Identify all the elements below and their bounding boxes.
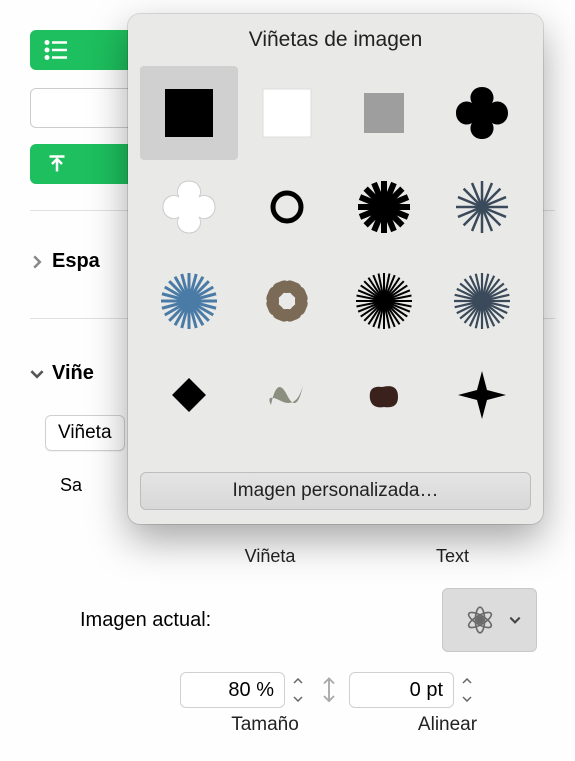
stepper-up-icon[interactable] [287,672,309,690]
vertical-adjust-icon [319,676,339,704]
quatrefoil-white-icon [159,177,219,237]
bullet-option-sparkle-black[interactable] [433,348,531,442]
blob-darkred-icon [354,365,414,425]
secondary-button[interactable] [30,88,140,128]
sparkle-black-icon [452,365,512,425]
bullet-option-gray-square[interactable] [336,66,434,160]
image-bullets-popover: Viñetas de imagen Imagen personalizada… [128,14,543,524]
chevron-down-icon [508,613,522,627]
current-image-label: Imagen actual: [80,609,211,632]
size-label: Tamaño [180,714,350,736]
disclosure-label: Espa [52,250,100,273]
disclosure-espaciado[interactable]: Espa [30,250,100,273]
bullet-option-quatrefoil-white[interactable] [140,160,238,254]
stepper-up-icon[interactable] [456,672,478,690]
current-image-well[interactable] [442,588,537,652]
arrow-up-bracket-icon [42,149,72,179]
disclosure-label: Viñe [52,362,94,385]
vineta-label: Viñeta [180,546,360,567]
bullet-option-ring-black[interactable] [238,160,336,254]
list-icon [42,35,72,65]
chevron-right-icon [30,255,44,269]
gray-square-icon [354,83,414,143]
rays-black-icon [354,271,414,331]
bullet-option-starburst-white-outline[interactable] [433,160,531,254]
diamond-black-icon [159,365,219,425]
column-labels: Viñeta Text [180,546,545,567]
custom-image-button[interactable]: Imagen personalizada… [140,472,531,510]
white-square-icon [257,83,317,143]
bullet-type-value: Viñeta [45,415,125,451]
bullet-option-diamond-black[interactable] [140,348,238,442]
bullet-option-rays-black[interactable] [336,254,434,348]
stepper-down-icon[interactable] [456,690,478,708]
scribble-gray-icon [257,365,317,425]
bullet-option-rays-navy[interactable] [433,254,531,348]
size-stepper[interactable]: 80 % [180,672,309,708]
indent-button[interactable] [30,144,140,184]
quatrefoil-black-icon [452,83,512,143]
bullet-option-black-square[interactable] [140,66,238,160]
bullet-option-white-square[interactable] [238,66,336,160]
align-stepper[interactable]: 0 pt [349,672,478,708]
bullet-option-starburst-black[interactable] [336,160,434,254]
bullet-option-sunburst-blue[interactable] [140,254,238,348]
bullet-option-scribble-gray[interactable] [238,348,336,442]
ring-black-icon [257,177,317,237]
size-value[interactable]: 80 % [180,672,285,708]
bullet-type-popup[interactable]: Viñeta [45,415,125,451]
size-stepper-buttons[interactable] [287,672,309,708]
asterisk-brown-icon [257,271,317,331]
bottom-labels: Tamaño Alinear [180,714,545,736]
bullet-grid [128,58,543,464]
rays-navy-icon [452,271,512,331]
chevron-down-icon [30,367,44,381]
disclosure-vinetas[interactable]: Viñe [30,362,94,385]
stepper-down-icon[interactable] [287,690,309,708]
flower-outline-icon [458,598,502,642]
popover-arrow [445,522,471,524]
bullet-option-quatrefoil-black[interactable] [433,66,531,160]
align-stepper-buttons[interactable] [456,672,478,708]
starburst-black-icon [354,177,414,237]
bullet-option-diamond-small[interactable] [140,442,238,464]
align-value[interactable]: 0 pt [349,672,454,708]
align-label: Alinear [350,714,545,736]
sunburst-blue-icon [159,271,219,331]
starburst-white-outline-icon [452,177,512,237]
indent-label: Sa [60,475,82,496]
black-square-icon [159,83,219,143]
bullet-option-blob-darkred[interactable] [336,348,434,442]
format-list-button[interactable] [30,30,140,70]
popover-title: Viñetas de imagen [128,14,543,58]
texto-label: Text [360,546,545,567]
bullet-option-asterisk-brown[interactable] [238,254,336,348]
